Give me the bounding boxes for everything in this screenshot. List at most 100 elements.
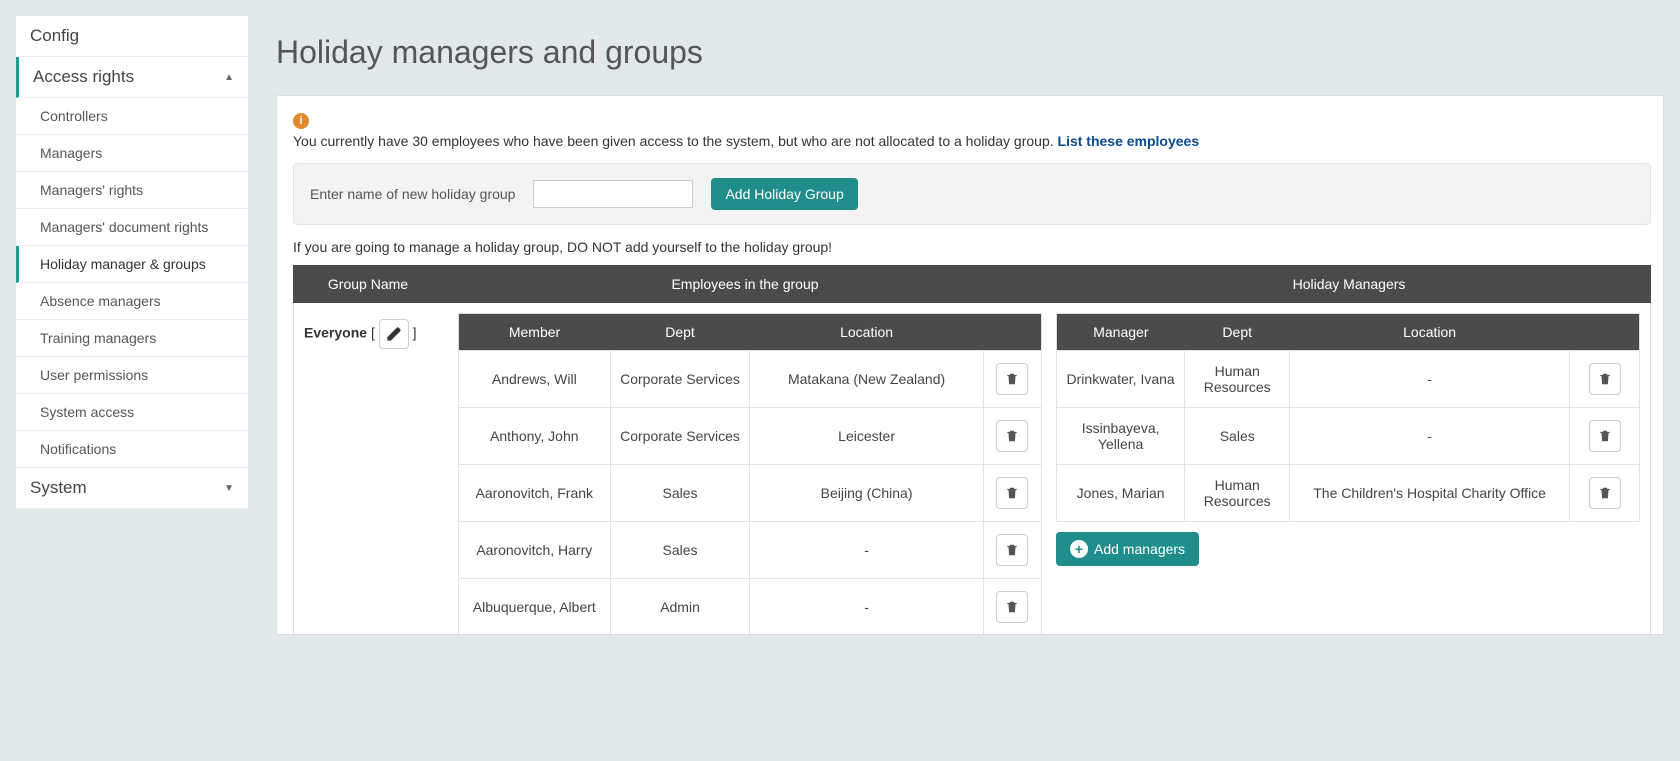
manager-location: - — [1290, 408, 1570, 465]
trash-icon — [1598, 372, 1612, 386]
delete-button[interactable] — [996, 363, 1028, 395]
manager-dept: Human Resources — [1185, 351, 1290, 408]
sidebar-item-label: Managers' document rights — [40, 219, 208, 235]
trash-icon — [1005, 600, 1019, 614]
delete-button[interactable] — [996, 477, 1028, 509]
sidebar-item-label: Managers — [40, 145, 102, 161]
delete-button[interactable] — [1589, 363, 1621, 395]
manager-name: Drinkwater, Ivana — [1057, 351, 1185, 408]
delete-button[interactable] — [996, 420, 1028, 452]
employees-th-dept: Dept — [610, 314, 750, 351]
caret-down-icon: ▼ — [224, 483, 234, 494]
sidebar: Config Access rights ▲ Controllers Manag… — [16, 16, 248, 509]
trash-icon — [1598, 429, 1612, 443]
managers-th-manager: Manager — [1057, 314, 1185, 351]
delete-button[interactable] — [996, 534, 1028, 566]
sidebar-section-config: Config — [16, 16, 248, 57]
header-group-name: Group Name — [293, 268, 443, 300]
sidebar-item-label: Holiday manager & groups — [40, 256, 206, 272]
sidebar-item-managers-rights[interactable]: Managers' rights — [16, 172, 248, 209]
edit-icon — [386, 326, 402, 342]
employee-actions — [983, 465, 1041, 522]
employees-th-actions — [983, 314, 1041, 351]
group-name-cell: Everyone [ ] — [294, 313, 444, 635]
managers-column: Manager Dept Location Drinkwater, IvanaH… — [1056, 313, 1640, 635]
add-managers-label: Add managers — [1094, 541, 1185, 557]
manager-name: Jones, Marian — [1057, 465, 1185, 522]
managers-th-dept: Dept — [1185, 314, 1290, 351]
sidebar-item-label: User permissions — [40, 367, 148, 383]
employee-actions — [983, 579, 1041, 635]
sidebar-section-system[interactable]: System ▼ — [16, 468, 248, 509]
group-row: Everyone [ ] Member Dept — [293, 303, 1651, 635]
employee-actions — [983, 522, 1041, 579]
sidebar-item-managers[interactable]: Managers — [16, 135, 248, 172]
sidebar-item-label: System access — [40, 404, 134, 420]
trash-icon — [1005, 372, 1019, 386]
employee-dept: Sales — [610, 465, 750, 522]
add-holiday-group-button[interactable]: Add Holiday Group — [711, 178, 857, 210]
bracket-open: [ — [371, 325, 379, 341]
manager-dept: Human Resources — [1185, 465, 1290, 522]
manager-actions — [1570, 408, 1640, 465]
add-managers-button[interactable]: + Add managers — [1056, 532, 1199, 566]
group-name: Everyone — [304, 325, 367, 341]
sidebar-item-notifications[interactable]: Notifications — [16, 431, 248, 468]
unallocated-note: You currently have 30 employees who have… — [293, 133, 1651, 149]
manager-location: The Children's Hospital Charity Office — [1290, 465, 1570, 522]
sidebar-access-rights-label: Access rights — [33, 67, 134, 87]
employee-dept: Corporate Services — [610, 351, 750, 408]
sidebar-item-label: Training managers — [40, 330, 156, 346]
warning-line: If you are going to manage a holiday gro… — [293, 239, 1651, 255]
sidebar-section-access-rights[interactable]: Access rights ▲ — [16, 57, 248, 98]
sidebar-item-system-access[interactable]: System access — [16, 394, 248, 431]
table-row: Anthony, JohnCorporate ServicesLeicester — [459, 408, 1042, 465]
employee-name: Anthony, John — [459, 408, 611, 465]
manager-dept: Sales — [1185, 408, 1290, 465]
new-group-input[interactable] — [533, 180, 693, 208]
employee-dept: Sales — [610, 522, 750, 579]
manager-location: - — [1290, 351, 1570, 408]
employee-dept: Corporate Services — [610, 408, 750, 465]
master-header: Group Name Employees in the group Holida… — [293, 265, 1651, 303]
managers-th-location: Location — [1290, 314, 1570, 351]
manager-name: Issinbayeva, Yellena — [1057, 408, 1185, 465]
trash-icon — [1005, 486, 1019, 500]
sidebar-item-holiday-manager-groups[interactable]: Holiday manager & groups — [16, 246, 248, 283]
trash-icon — [1005, 429, 1019, 443]
edit-group-button[interactable] — [379, 319, 409, 349]
header-managers: Holiday Managers — [1047, 268, 1651, 300]
sidebar-item-managers-document-rights[interactable]: Managers' document rights — [16, 209, 248, 246]
employee-dept: Admin — [610, 579, 750, 635]
list-employees-link[interactable]: List these employees — [1058, 133, 1200, 149]
employees-table-wrap: Member Dept Location Andrews, WillCorpor… — [458, 313, 1042, 635]
table-row: Aaronovitch, HarrySales- — [459, 522, 1042, 579]
sidebar-items: Controllers Managers Managers' rights Ma… — [16, 98, 248, 468]
employee-actions — [983, 408, 1041, 465]
employee-name: Aaronovitch, Frank — [459, 465, 611, 522]
sidebar-item-training-managers[interactable]: Training managers — [16, 320, 248, 357]
delete-button[interactable] — [1589, 420, 1621, 452]
employee-location: Matakana (New Zealand) — [750, 351, 983, 408]
content-panel[interactable]: i You currently have 30 employees who ha… — [276, 95, 1664, 635]
sidebar-item-absence-managers[interactable]: Absence managers — [16, 283, 248, 320]
page-title: Holiday managers and groups — [276, 34, 1664, 71]
unallocated-text: You currently have 30 employees who have… — [293, 133, 1058, 149]
employee-name: Aaronovitch, Harry — [459, 522, 611, 579]
manager-actions — [1570, 351, 1640, 408]
sidebar-item-label: Managers' rights — [40, 182, 143, 198]
table-row: Albuquerque, AlbertAdmin- — [459, 579, 1042, 635]
sidebar-item-controllers[interactable]: Controllers — [16, 98, 248, 135]
delete-button[interactable] — [1589, 477, 1621, 509]
employee-name: Albuquerque, Albert — [459, 579, 611, 635]
employee-location: Beijing (China) — [750, 465, 983, 522]
add-holiday-group-label: Add Holiday Group — [725, 186, 843, 202]
table-row: Aaronovitch, FrankSalesBeijing (China) — [459, 465, 1042, 522]
new-group-label: Enter name of new holiday group — [310, 186, 515, 202]
table-row: Andrews, WillCorporate ServicesMatakana … — [459, 351, 1042, 408]
employee-actions — [983, 351, 1041, 408]
manager-actions — [1570, 465, 1640, 522]
employee-location: - — [750, 522, 983, 579]
sidebar-item-user-permissions[interactable]: User permissions — [16, 357, 248, 394]
delete-button[interactable] — [996, 591, 1028, 623]
